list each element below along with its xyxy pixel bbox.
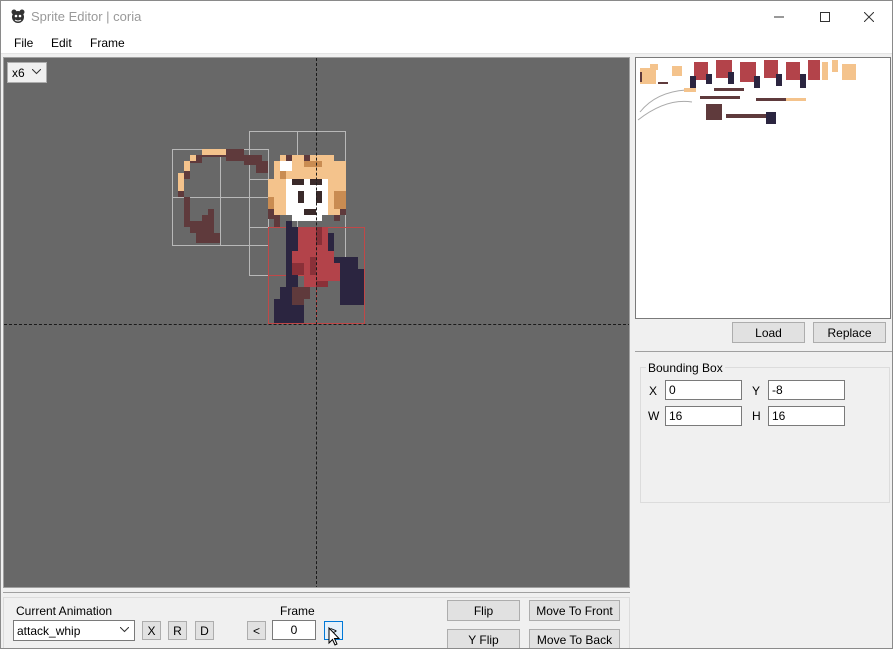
load-button[interactable]: Load [732,322,805,343]
current-animation-label: Current Animation [16,604,113,618]
close-icon [864,11,874,22]
move-to-front-button[interactable]: Move To Front [529,600,620,621]
bottom-panel-divider [3,592,630,593]
zoom-select[interactable]: x6 [7,62,47,83]
minimize-icon [774,16,784,17]
app-icon [11,9,25,23]
x-label: X [649,384,658,398]
minimize-button[interactable] [756,1,802,32]
maximize-button[interactable] [802,1,848,32]
title-bar: Sprite Editor | coria [1,1,892,32]
y-label: Y [752,384,761,398]
rename-animation-button[interactable]: R [168,621,187,640]
duplicate-animation-button[interactable]: D [195,621,214,640]
h-label: H [752,409,761,423]
sprite-canvas[interactable]: x6 [3,57,630,588]
origin-guide-vertical [316,58,317,587]
w-label: W [648,409,660,423]
move-to-back-button[interactable]: Move To Back [529,629,620,648]
x-field[interactable]: 0 [665,380,742,400]
chevron-down-icon [120,627,129,633]
delete-animation-button[interactable]: X [142,621,161,640]
maximize-icon [820,11,830,22]
right-panel-divider [635,351,892,352]
h-field[interactable]: 16 [768,406,845,426]
zoom-value: x6 [12,66,25,80]
y-field[interactable]: -8 [768,380,845,400]
boots [292,287,310,305]
y-flip-button[interactable]: Y Flip [447,629,520,648]
menu-bar: File Edit Frame [1,32,892,54]
prev-frame-button[interactable]: < [247,621,266,640]
mouse-cursor-icon [328,627,340,646]
sprite-editor-window: Sprite Editor | coria File Edit Frame x6… [0,0,893,649]
menu-frame[interactable]: Frame [90,36,125,50]
menu-file[interactable]: File [14,36,33,50]
spritesheet-image [637,60,856,124]
close-button[interactable] [846,1,892,32]
bounding-box-legend: Bounding Box [646,361,725,375]
flip-button[interactable]: Flip [447,600,520,621]
animation-select-value: attack_whip [17,624,81,638]
menu-edit[interactable]: Edit [51,36,72,50]
window-title: Sprite Editor | coria [31,9,142,24]
whip [178,149,268,243]
frame-label: Frame [280,604,315,618]
spritesheet-preview[interactable] [635,57,891,319]
frame-number-field[interactable]: 0 [272,620,316,640]
sprite-drawing [172,131,365,324]
w-field[interactable]: 16 [665,406,742,426]
replace-button[interactable]: Replace [813,322,886,343]
animation-select[interactable]: attack_whip [13,620,135,641]
chevron-down-icon [32,69,41,75]
origin-guide-horizontal [4,324,629,325]
